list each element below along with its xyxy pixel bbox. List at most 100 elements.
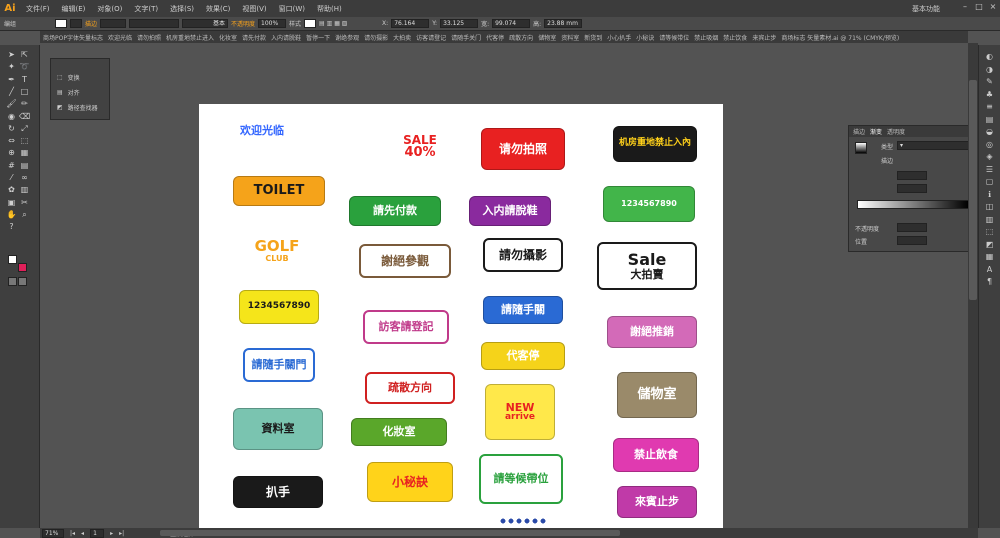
workspace-switcher[interactable]: 基本功能 (912, 4, 940, 14)
document-tab[interactable]: 请随手关门 (451, 33, 481, 42)
graphic-styles-icon[interactable]: ◈ (984, 151, 995, 162)
document-tab[interactable]: 请勿摄影 (364, 33, 388, 42)
sign-no-visitors[interactable]: 謝絕參觀 (359, 244, 451, 278)
gradient-slider[interactable] (857, 200, 969, 209)
document-tab[interactable]: 代客停 (486, 33, 504, 42)
sign-sale[interactable]: SALE 40% (387, 122, 453, 172)
sign-staff-only[interactable]: 來賓止步 (617, 486, 697, 518)
document-tab[interactable]: 谢绝参观 (335, 33, 359, 42)
menu-effect[interactable]: 效果(C) (200, 4, 236, 14)
sign-makeup-room[interactable]: 化妝室 (351, 418, 447, 446)
appearance-icon[interactable]: ◎ (984, 139, 995, 150)
document-tab[interactable]: 请等候带位 (659, 33, 689, 42)
page-next-icon[interactable]: ▸ (110, 530, 113, 537)
menu-object[interactable]: 对象(O) (91, 4, 128, 14)
h-field[interactable]: 23.88 mm (544, 19, 583, 28)
align-icons[interactable]: ▤ ▥ ▦ ▧ (319, 20, 379, 27)
menu-select[interactable]: 选择(S) (164, 4, 200, 14)
variable-width-field[interactable] (129, 19, 180, 28)
document-tab[interactable]: 禁止吸烟 (694, 33, 718, 42)
rotate-tool-icon[interactable]: ↻ (6, 123, 17, 134)
sign-parking-service[interactable]: 1234567890 (239, 290, 319, 324)
sign-welcome[interactable]: 欢迎光临 (227, 120, 297, 142)
sign-evacuation[interactable]: 疏散方向 (365, 372, 455, 404)
sign-no-selling[interactable]: 謝絕推銷 (607, 316, 697, 348)
navigator-icon[interactable]: ◫ (984, 201, 995, 212)
layers-icon[interactable]: ☰ (984, 164, 995, 175)
fill-swatch[interactable] (55, 19, 67, 28)
screen-mode-icon[interactable] (18, 277, 27, 286)
align-item[interactable]: ▤ 对齐 (57, 88, 80, 97)
document-tab[interactable]: 疏散方向 (509, 33, 533, 42)
gradient-opacity-field[interactable] (897, 223, 927, 232)
line-tool-icon[interactable]: ╱ (6, 86, 17, 97)
sign-no-photo[interactable]: 请勿拍照 (481, 128, 565, 170)
document-tab[interactable]: 请先付款 (242, 33, 266, 42)
align-panel-icon[interactable]: ▥ (984, 214, 995, 225)
gradient-location-field[interactable] (897, 236, 927, 245)
perspective-grid-tool-icon[interactable]: ▦ (19, 147, 30, 158)
sign-close-door[interactable]: 請隨手關門 (243, 348, 315, 382)
shape-builder-tool-icon[interactable]: ⊕ (6, 147, 17, 158)
gradient-tool-icon[interactable]: ▤ (19, 160, 30, 171)
stroke-swatch-large[interactable] (18, 263, 27, 272)
sign-no-food[interactable]: 禁止飲食 (613, 438, 699, 472)
character-icon[interactable]: A (984, 264, 995, 275)
document-tab[interactable]: 化妆室 (219, 33, 237, 42)
fill-swatch-large[interactable] (8, 255, 17, 264)
sign-reference-room[interactable]: 資料室 (233, 408, 323, 450)
document-tab[interactable]: 资料室 (561, 33, 579, 42)
tab-stroke[interactable]: 描边 (853, 127, 865, 136)
hand-tool-icon[interactable]: ✋ (6, 209, 17, 220)
column-graph-tool-icon[interactable]: ▥ (19, 184, 30, 195)
gradient-aspect-field[interactable] (897, 184, 927, 193)
pencil-tool-icon[interactable]: ✏ (19, 98, 30, 109)
document-tab[interactable]: 商场POP字体矢量标志 (43, 33, 103, 42)
page-prev-icon[interactable]: ◂ (81, 530, 84, 537)
gradient-thumbnail[interactable] (855, 142, 867, 154)
document-tab[interactable]: 请勿拍照 (137, 33, 161, 42)
menu-edit[interactable]: 编辑(E) (56, 4, 92, 14)
x-field[interactable]: 76.164 (391, 19, 430, 28)
brush-field[interactable]: 基本 (182, 19, 229, 28)
sign-tips[interactable]: 小秘訣 (367, 462, 453, 502)
document-tab[interactable]: 机房重地禁止进入 (166, 33, 214, 42)
rectangle-tool-icon[interactable]: □ (19, 86, 30, 97)
sign-machine-room[interactable]: 机房重地禁止入內 (613, 126, 697, 162)
w-field[interactable]: 99.074 (492, 19, 531, 28)
document-tab[interactable]: 新货到 (584, 33, 602, 42)
sign-pickpocket[interactable]: 扒手 (233, 476, 323, 508)
info-icon[interactable]: ℹ (984, 189, 995, 200)
opacity-field[interactable]: 100% (258, 19, 287, 28)
lasso-tool-icon[interactable]: ➰ (19, 61, 30, 72)
maximize-icon[interactable]: □ (972, 2, 986, 14)
zoom-field[interactable]: 71% (42, 528, 64, 538)
tab-transparency[interactable]: 透明度 (887, 127, 905, 136)
page-first-icon[interactable]: |◂ (70, 530, 75, 537)
sign-new-arrival[interactable]: NEW arrive (485, 384, 555, 440)
sign-no-video[interactable]: 請勿攝影 (483, 238, 563, 272)
sign-valet[interactable]: 代客停 (481, 342, 565, 370)
pathfinder-icon[interactable]: ◩ (984, 239, 995, 250)
swatches-icon[interactable]: ▦ (984, 251, 995, 262)
document-tab[interactable]: 来宾止步 (752, 33, 776, 42)
blend-tool-icon[interactable]: ∞ (19, 172, 30, 183)
transform-item[interactable]: ⬚ 变换 (57, 73, 80, 82)
slice-tool-icon[interactable]: ✂ (19, 197, 30, 208)
menu-file[interactable]: 文件(F) (20, 4, 56, 14)
document-tab[interactable]: 入内请脱鞋 (271, 33, 301, 42)
paragraph-icon[interactable]: ¶ (984, 276, 995, 287)
sign-big-sale[interactable]: Sale 大拍賣 (597, 242, 697, 290)
sign-close-door-blue[interactable]: 請隨手關 (483, 296, 563, 324)
paintbrush-tool-icon[interactable]: 🖌 (6, 98, 17, 109)
sign-remove-shoes[interactable]: 入内請脫鞋 (469, 196, 551, 226)
style-swatch[interactable] (304, 19, 317, 28)
menu-help[interactable]: 帮助(H) (311, 4, 348, 14)
gradient-angle-field[interactable] (897, 171, 927, 180)
artboards-icon[interactable]: ▢ (984, 176, 995, 187)
opacity-label[interactable]: 不透明度 (231, 19, 255, 28)
width-tool-icon[interactable]: ⇔ (6, 135, 17, 146)
document-tab[interactable]: 访客请登记 (416, 33, 446, 42)
type-tool-icon[interactable]: T (19, 74, 30, 85)
close-icon[interactable]: × (986, 2, 1000, 14)
